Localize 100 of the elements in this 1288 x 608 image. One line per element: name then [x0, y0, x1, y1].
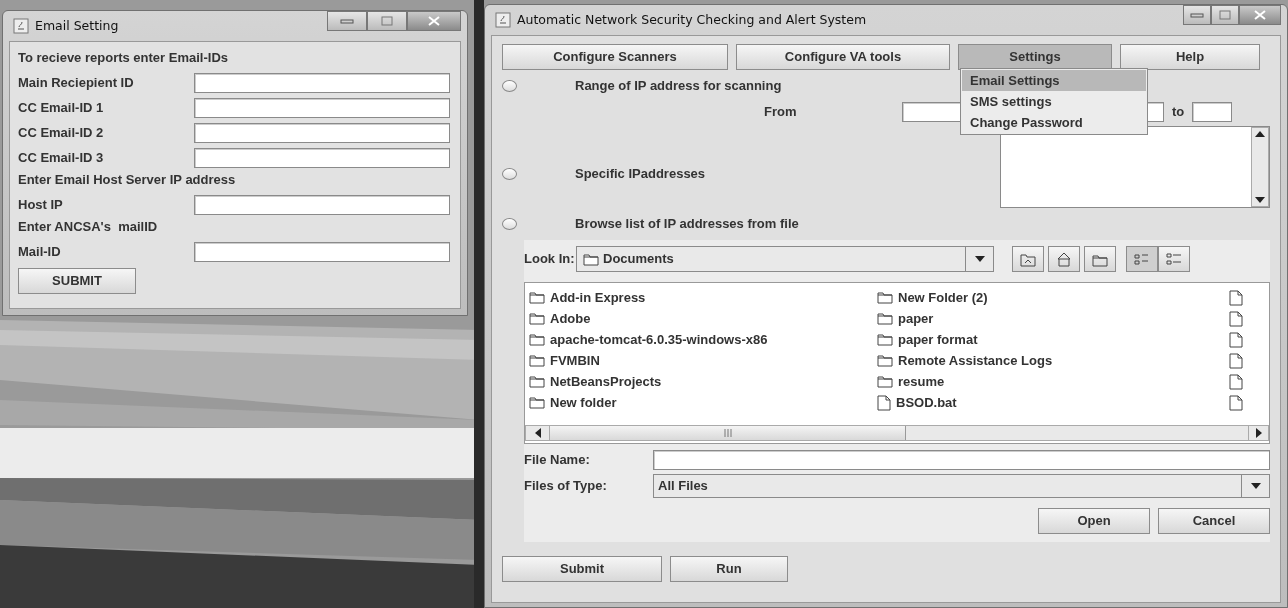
field-label: Files of Type:	[524, 477, 608, 496]
folder-icon	[529, 312, 545, 325]
menu-item[interactable]: SMS settings	[962, 91, 1146, 112]
scroll-thumb[interactable]	[550, 426, 906, 440]
option-label: Browse list of IP addresses from file	[575, 215, 799, 234]
dropdown-value: Documents	[603, 250, 674, 269]
action-button[interactable]: Submit	[502, 556, 662, 582]
dropdown-value: All Files	[657, 477, 709, 496]
file-icon[interactable]	[1229, 310, 1243, 327]
maximize-button[interactable]	[1211, 5, 1239, 25]
close-icon	[1253, 10, 1267, 20]
file-icon[interactable]	[1229, 373, 1243, 390]
dropdown-arrow-icon	[1250, 483, 1261, 489]
field-label: Mail-ID	[18, 242, 62, 261]
folder-icon	[529, 354, 545, 367]
home-button[interactable]	[1048, 246, 1080, 272]
file-icon[interactable]	[1229, 394, 1243, 411]
submit-button[interactable]: SUBMIT	[18, 268, 136, 294]
file-icon	[877, 394, 891, 411]
field-label: Host IP	[18, 195, 64, 214]
input-field[interactable]	[194, 97, 450, 118]
maximize-button[interactable]	[367, 11, 407, 31]
new-folder-button[interactable]	[1084, 246, 1116, 272]
folder-icon	[877, 333, 893, 346]
close-button[interactable]	[407, 11, 461, 31]
file-name[interactable]: NetBeansProjects	[550, 371, 662, 392]
field-label: CC Email-ID 2	[18, 123, 105, 142]
folder-icon	[877, 354, 893, 367]
folder-icon	[529, 333, 545, 346]
minimize-icon	[1190, 10, 1204, 20]
dialog-button[interactable]: Open	[1038, 508, 1150, 534]
close-button[interactable]	[1239, 5, 1281, 25]
input-field[interactable]	[194, 147, 450, 168]
section-heading: Enter Email Host Server IP address	[18, 171, 237, 189]
folder-icon	[877, 312, 893, 325]
file-icon[interactable]	[1229, 289, 1243, 306]
file-type-dropdown[interactable]: All Files	[653, 474, 1270, 498]
file-name[interactable]: New folder	[550, 392, 617, 413]
look-in-label: Look In:	[524, 250, 576, 269]
menu-button[interactable]: Configure VA tools	[736, 44, 950, 70]
scroll-left-icon[interactable]	[534, 428, 541, 438]
input-field[interactable]	[194, 241, 450, 262]
file-icon[interactable]	[1229, 352, 1243, 369]
option-label: Specific IPaddresses	[575, 165, 706, 184]
menu-button[interactable]: Configure Scanners	[502, 44, 728, 70]
menu-item[interactable]: Change Password	[962, 112, 1146, 133]
up-folder-button[interactable]	[1012, 246, 1044, 272]
maximize-icon	[380, 16, 394, 26]
scroll-right-icon[interactable]	[1255, 428, 1262, 438]
file-name[interactable]: resume	[898, 371, 945, 392]
details-view-icon	[1165, 250, 1183, 268]
folder-icon	[529, 375, 545, 388]
file-name[interactable]: paper	[898, 308, 934, 329]
input-field[interactable]	[194, 122, 450, 143]
field-label: CC Email-ID 1	[18, 98, 105, 117]
file-icon[interactable]	[1229, 331, 1243, 348]
look-in-dropdown[interactable]: Documents	[576, 246, 994, 272]
minimize-button[interactable]	[327, 11, 367, 31]
field-label: CC Email-ID 3	[18, 148, 105, 167]
section-heading: Enter ANCSA's mailID	[18, 218, 159, 236]
file-name[interactable]: Remote Assistance Logs	[898, 350, 1053, 371]
folder-icon	[877, 375, 893, 388]
file-name[interactable]: Add-in Express	[550, 287, 646, 308]
scrollbar[interactable]	[525, 425, 1269, 441]
close-icon	[427, 16, 441, 26]
to-label: to	[1172, 103, 1185, 122]
menu-button[interactable]: Settings	[958, 44, 1112, 70]
minimize-button[interactable]	[1183, 5, 1211, 25]
file-name[interactable]: Adobe	[550, 308, 591, 329]
app-icon	[13, 18, 29, 34]
section-heading: To recieve reports enter Email-IDs	[18, 49, 229, 67]
list-view-button[interactable]	[1126, 246, 1158, 272]
from-label: From	[764, 103, 798, 122]
details-view-button[interactable]	[1158, 246, 1190, 272]
folder-icon	[529, 396, 545, 409]
file-name[interactable]: FVMBIN	[550, 350, 600, 371]
file-name[interactable]: BSOD.bat	[896, 392, 957, 413]
minimize-icon	[340, 16, 354, 26]
file-name[interactable]: New Folder (2)	[898, 287, 988, 308]
file-name[interactable]: apache-tomcat-6.0.35-windows-x86	[550, 329, 768, 350]
dropdown-arrow-icon	[974, 256, 985, 262]
app-icon	[495, 12, 511, 28]
menu-button[interactable]: Help	[1120, 44, 1260, 70]
menu-item[interactable]: Email Settings	[962, 70, 1146, 91]
radio-button[interactable]	[502, 168, 517, 180]
grip-icon	[723, 429, 732, 437]
option-label: Range of IP address for scanning	[575, 77, 782, 96]
ip-field[interactable]	[1192, 102, 1233, 122]
radio-button[interactable]	[502, 218, 517, 230]
scrollbar[interactable]	[1251, 127, 1269, 207]
radio-button[interactable]	[502, 80, 517, 92]
field-label: Main Reciepient ID	[18, 73, 135, 92]
action-button[interactable]: Run	[670, 556, 788, 582]
input-field[interactable]	[194, 72, 450, 93]
file-name-field[interactable]	[653, 450, 1270, 470]
window-title: Automatic Network Security Checking and Alert System	[517, 10, 867, 29]
scroll-up-icon[interactable]	[1255, 131, 1265, 137]
file-name[interactable]: paper format	[898, 329, 978, 350]
dialog-button[interactable]: Cancel	[1158, 508, 1270, 534]
input-field[interactable]	[194, 194, 450, 215]
